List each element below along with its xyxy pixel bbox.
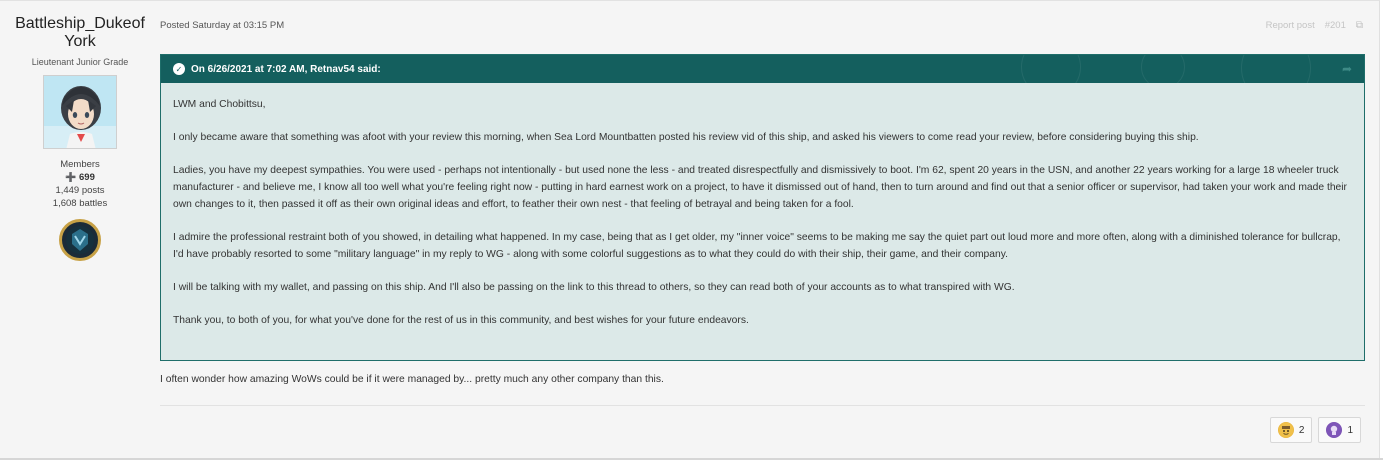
author-battle-count: 1,608 battles bbox=[52, 198, 108, 209]
post-comment: I often wonder how amazing WoWs could be… bbox=[160, 374, 664, 385]
author-panel: Battleship_Dukeof York Lieutenant Junior… bbox=[0, 15, 160, 261]
author-reputation[interactable]: ➕ 699 bbox=[0, 172, 160, 183]
quote-paragraph: LWM and Chobittsu, bbox=[173, 99, 266, 110]
reactions-bar: 2 1 bbox=[1269, 417, 1361, 443]
jump-to-quote-icon[interactable]: ➦ bbox=[1342, 62, 1352, 76]
clan-badge-icon[interactable] bbox=[59, 219, 101, 261]
reaction-count: 2 bbox=[1298, 424, 1305, 436]
forum-post: Battleship_Dukeof York Lieutenant Junior… bbox=[0, 0, 1380, 458]
post-date: Posted Saturday at 03:15 PM bbox=[160, 20, 285, 31]
thanks-reaction-icon bbox=[1326, 422, 1343, 438]
quote-block: ✓ On 6/26/2021 at 7:02 AM, Retnav54 said… bbox=[160, 54, 1365, 361]
quote-paragraph: Ladies, you have my deepest sympathies. … bbox=[173, 165, 1347, 210]
quote-header: ✓ On 6/26/2021 at 7:02 AM, Retnav54 said… bbox=[161, 55, 1364, 83]
quote-paragraph: I will be talking with my wallet, and pa… bbox=[173, 282, 1015, 293]
quote-paragraph: I admire the professional restraint both… bbox=[173, 232, 1341, 260]
reaction-beer[interactable]: 2 bbox=[1269, 417, 1313, 443]
beer-reaction-icon bbox=[1277, 422, 1294, 438]
share-icon[interactable]: ⧉ bbox=[1356, 20, 1363, 31]
post-number-link[interactable]: #201 bbox=[1325, 20, 1346, 31]
header-pattern bbox=[1021, 55, 1081, 83]
quote-body: LWM and Chobittsu, I only became aware t… bbox=[161, 83, 1364, 329]
divider bbox=[160, 405, 1365, 406]
page-bottom-border bbox=[0, 458, 1383, 460]
avatar[interactable] bbox=[43, 75, 117, 149]
post-tools: Report post #201 ⧉ bbox=[1266, 20, 1363, 31]
quote-paragraph: I only became aware that something was a… bbox=[173, 132, 1199, 143]
reaction-thanks[interactable]: 1 bbox=[1318, 417, 1361, 443]
reputation-plus-icon: ➕ bbox=[65, 172, 77, 182]
reputation-count: 699 bbox=[79, 172, 95, 183]
quote-attribution[interactable]: On 6/26/2021 at 7:02 AM, Retnav54 said: bbox=[191, 64, 381, 75]
reaction-count: 1 bbox=[1347, 424, 1353, 436]
header-pattern bbox=[1241, 55, 1311, 83]
header-pattern bbox=[1141, 55, 1185, 83]
quote-paragraph: Thank you, to both of you, for what you'… bbox=[173, 315, 749, 326]
author-post-count: 1,449 posts bbox=[55, 185, 105, 196]
author-rank: Lieutenant Junior Grade bbox=[31, 57, 129, 67]
chevron-down-icon[interactable]: ✓ bbox=[173, 63, 185, 75]
author-name[interactable]: Battleship_Dukeof York bbox=[0, 15, 160, 51]
author-group: Members bbox=[60, 159, 100, 170]
report-post-link[interactable]: Report post bbox=[1266, 20, 1315, 31]
